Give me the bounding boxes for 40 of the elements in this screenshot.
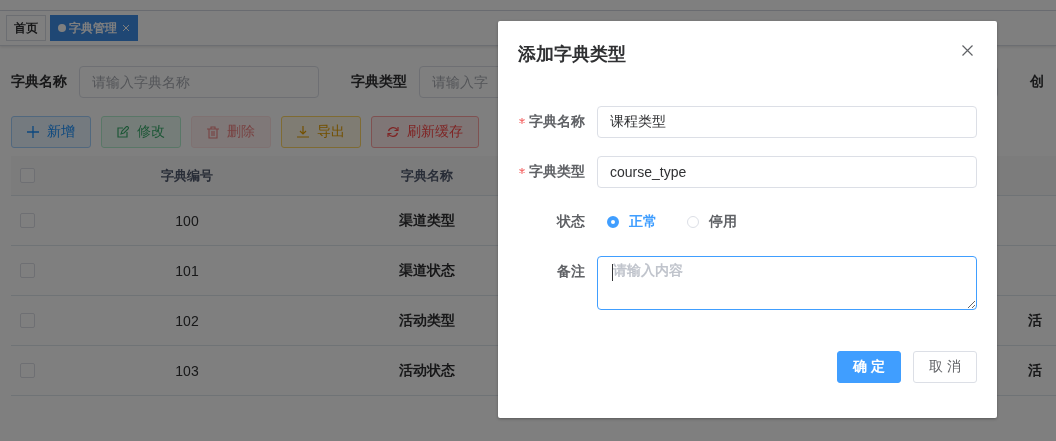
radio-option[interactable]: 正常	[607, 213, 657, 231]
field-label: 字典类型	[351, 73, 407, 91]
field-label: 备注	[557, 263, 585, 281]
column-header: 字典名称	[401, 166, 453, 185]
textarea-field[interactable]: 请输入内容	[597, 256, 977, 310]
radio-option[interactable]: 停用	[687, 213, 737, 231]
refresh-icon	[387, 126, 399, 138]
toolbar-button[interactable]: 导出	[281, 116, 361, 148]
dialog-title: 添加字典类型	[518, 43, 626, 66]
field-label: 状态	[557, 213, 585, 231]
table-cell: 100	[175, 212, 199, 229]
trash-icon	[207, 125, 219, 139]
table-cell: 102	[175, 312, 199, 329]
column-header: 字典编号	[161, 166, 213, 185]
field-label: 字典名称	[11, 73, 67, 91]
input-field[interactable]: 课程类型	[597, 106, 977, 138]
field-label: 字典名称	[529, 113, 585, 131]
table-cell: 渠道类型	[399, 211, 455, 230]
table-cell: 103	[175, 362, 199, 379]
input-field[interactable]: course_type	[597, 156, 977, 188]
plus-icon	[27, 126, 39, 138]
confirm-button[interactable]: 确 定	[837, 351, 901, 383]
table-cell: 活	[1028, 311, 1042, 330]
dot-icon	[58, 24, 66, 32]
text-cursor	[612, 264, 613, 281]
download-icon	[297, 126, 309, 138]
table-cell: 活动类型	[399, 311, 455, 330]
table-cell: 101	[175, 262, 199, 279]
table-cell: 活动状态	[399, 361, 455, 380]
edit-icon	[117, 126, 129, 138]
tab[interactable]: 字典管理	[50, 15, 138, 41]
field-label: 字典类型	[529, 163, 585, 181]
toolbar-button[interactable]: 新增	[11, 116, 91, 148]
field-label: 创	[1030, 73, 1044, 91]
tab[interactable]: 首页	[6, 15, 46, 41]
table-cell: 活	[1028, 361, 1042, 380]
close-button[interactable]	[962, 44, 973, 56]
toolbar-button[interactable]: 刷新缓存	[371, 116, 479, 148]
table-cell: 渠道状态	[399, 261, 455, 280]
cancel-button[interactable]: 取 消	[913, 351, 977, 383]
